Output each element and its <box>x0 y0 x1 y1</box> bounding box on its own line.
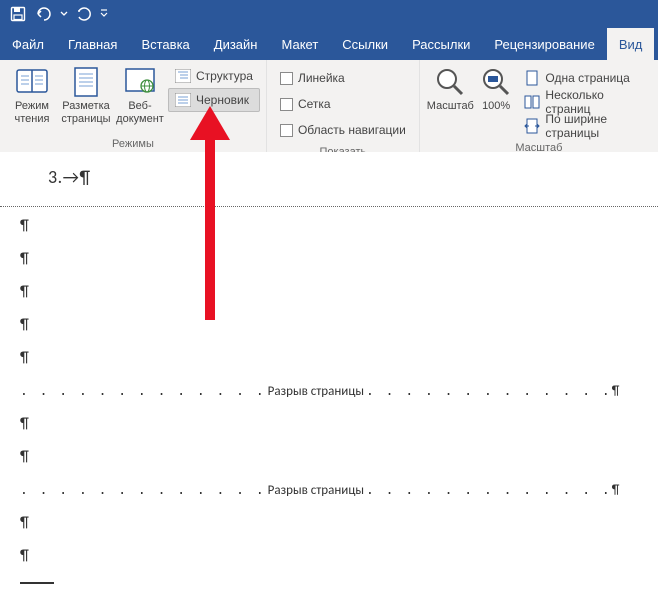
outline-label: Структура <box>196 69 253 83</box>
document-area[interactable]: 3.→¶ ¶ ¶ ¶ ¶ ¶ . . . . . . . . . . . . .… <box>0 152 658 606</box>
paragraph-mark: ¶ <box>20 252 638 267</box>
web-layout-label-2: документ <box>116 113 164 126</box>
checkbox-icon <box>280 72 293 85</box>
qat-customize[interactable] <box>98 2 110 26</box>
draft-icon <box>175 92 191 108</box>
grid-checkbox[interactable]: Сетка <box>273 92 413 116</box>
paragraph-mark: ¶ <box>20 351 638 366</box>
outline-icon <box>175 68 191 84</box>
zoom-100-button[interactable]: 100% <box>477 64 516 134</box>
print-layout-label-2: страницы <box>61 113 110 126</box>
paragraph-mark: ¶ <box>612 384 620 399</box>
web-layout-button[interactable]: Веб- документ <box>114 64 166 134</box>
tab-layout[interactable]: Макет <box>269 28 330 60</box>
save-icon <box>10 6 26 22</box>
paragraph-mark: ¶ <box>20 417 638 432</box>
read-mode-button[interactable]: Режим чтения <box>6 64 58 134</box>
web-layout-icon <box>124 66 156 98</box>
ribbon: Режим чтения Разметка страницы Веб- доку… <box>0 60 658 153</box>
navpane-label: Область навигации <box>298 123 406 137</box>
page-break-text: Разрыв страницы <box>266 384 366 399</box>
ruler-checkbox[interactable]: Линейка <box>273 66 413 90</box>
zoom-100-icon <box>480 66 512 98</box>
redo-icon <box>76 6 92 22</box>
page-break-dots: . . . . . . . . . . . . . <box>366 483 612 498</box>
ruler-label: Линейка <box>298 71 345 85</box>
undo-button[interactable] <box>32 2 56 26</box>
zoom-button[interactable]: Масштаб <box>426 64 475 134</box>
tab-insert[interactable]: Вставка <box>129 28 201 60</box>
page-break-dots: . . . . . . . . . . . . . <box>366 384 612 399</box>
page-width-button[interactable]: По ширине страницы <box>517 114 652 138</box>
paragraph-mark: ¶ <box>20 516 638 531</box>
outline-button[interactable]: Структура <box>168 64 260 88</box>
page-break-dots: . . . . . . . . . . . . . <box>20 384 266 399</box>
tab-references[interactable]: Ссылки <box>330 28 400 60</box>
print-layout-label-1: Разметка <box>62 100 110 113</box>
read-mode-icon <box>16 66 48 98</box>
one-page-button[interactable]: Одна страница <box>517 66 652 90</box>
paragraph-mark: ¶ <box>20 450 638 465</box>
tab-design[interactable]: Дизайн <box>202 28 270 60</box>
tab-file[interactable]: Файл <box>0 28 56 60</box>
tab-mailings[interactable]: Рассылки <box>400 28 482 60</box>
tab-view[interactable]: Вид <box>607 28 655 60</box>
read-mode-label-2: чтения <box>15 113 50 126</box>
page-boundary <box>0 206 658 207</box>
page-width-label: По ширине страницы <box>545 112 645 140</box>
menu-bar: Файл Главная Вставка Дизайн Макет Ссылки… <box>0 28 658 60</box>
undo-icon <box>34 6 54 22</box>
page-break-mark: . . . . . . . . . . . . . Разрыв страниц… <box>20 384 638 399</box>
paragraph-mark: ¶ <box>20 318 638 333</box>
multi-page-button[interactable]: Несколько страниц <box>517 90 652 114</box>
paragraph-mark: ¶ <box>20 285 638 300</box>
page-break-mark: . . . . . . . . . . . . . Разрыв страниц… <box>20 483 638 498</box>
group-label-modes: Режимы <box>0 138 266 153</box>
zoom-100-label: 100% <box>482 100 510 113</box>
zoom-label: Масштаб <box>427 100 474 113</box>
one-page-label: Одна страница <box>545 71 629 85</box>
grid-label: Сетка <box>298 97 331 111</box>
draft-button[interactable]: Черновик <box>168 88 260 112</box>
page-break-text: Разрыв страницы <box>266 483 366 498</box>
page-break-dots: . . . . . . . . . . . . . <box>20 483 266 498</box>
read-mode-label-1: Режим <box>15 100 49 113</box>
paragraph-mark: ¶ <box>20 219 638 234</box>
doc-line: 3.→¶ <box>48 166 638 188</box>
draft-label: Черновик <box>196 93 249 107</box>
customize-icon <box>100 9 108 19</box>
save-button[interactable] <box>6 2 30 26</box>
zoom-icon <box>434 66 466 98</box>
end-mark <box>20 582 54 584</box>
paragraph-mark: ¶ <box>612 483 620 498</box>
checkbox-icon <box>280 124 293 137</box>
tab-home[interactable]: Главная <box>56 28 129 60</box>
quick-access-toolbar <box>0 0 658 28</box>
print-layout-icon <box>70 66 102 98</box>
one-page-icon <box>524 70 540 86</box>
checkbox-icon <box>280 98 293 111</box>
undo-dropdown[interactable] <box>58 2 70 26</box>
print-layout-button[interactable]: Разметка страницы <box>60 64 112 134</box>
navpane-checkbox[interactable]: Область навигации <box>273 118 413 142</box>
web-layout-label-1: Веб- <box>128 100 151 113</box>
multi-page-icon <box>524 94 540 110</box>
paragraph-mark: ¶ <box>20 549 638 564</box>
redo-button[interactable] <box>72 2 96 26</box>
tab-review[interactable]: Рецензирование <box>482 28 606 60</box>
chevron-down-icon <box>60 10 68 18</box>
page-width-icon <box>524 118 540 134</box>
